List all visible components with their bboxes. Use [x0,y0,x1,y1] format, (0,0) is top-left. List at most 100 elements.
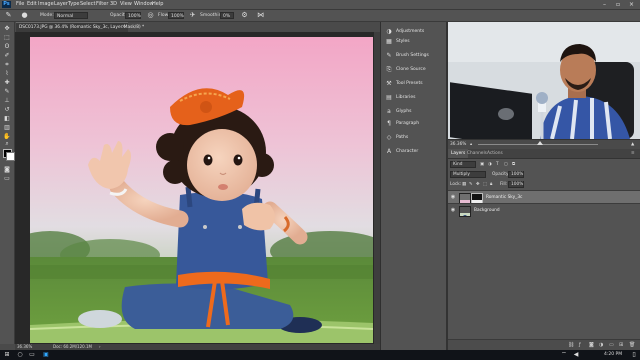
brush-tool-icon[interactable]: ✎ [3,88,11,95]
menu-3d[interactable]: 3D [110,1,117,8]
clock[interactable]: 4:20 PM [604,351,622,359]
layer-opacity-input[interactable]: 100% [508,171,524,178]
close-tab-icon[interactable]: × [122,23,126,31]
stamp-tool-icon[interactable]: ⊥ [3,97,11,104]
menu-file[interactable]: File [16,1,24,8]
gradient-tool-icon[interactable]: ▥ [3,124,11,131]
lock-artboard-icon[interactable]: ⬚ [483,181,487,188]
network-icon[interactable]: ⌔ [560,351,568,359]
navigator-slider-thumb[interactable] [537,141,543,145]
minimize-icon[interactable]: – [603,1,606,8]
crop-tool-icon[interactable]: ⌗ [3,61,11,68]
airbrush-icon[interactable]: ✈ [188,11,197,20]
panel-character[interactable]: A Character [383,147,445,157]
task-view-icon[interactable]: ▭ [28,351,36,359]
filter-shape-icon[interactable]: ◻ [504,161,508,168]
panel-clone-source[interactable]: ⎘ Clone Source [383,65,445,75]
lock-transparent-icon[interactable]: ▦ [462,181,466,188]
menu-select[interactable]: Select [80,1,95,8]
lock-image-icon[interactable]: ✎ [469,181,473,188]
history-brush-icon[interactable]: ↺ [3,106,11,113]
new-group-icon[interactable]: ▭ [609,342,614,349]
panel-paths[interactable]: ◇ Paths [383,133,445,143]
menu-view[interactable]: View [120,1,132,8]
add-style-icon[interactable]: ƒ [579,342,581,349]
filter-pixel-icon[interactable]: ▣ [480,161,484,168]
document-tab[interactable]: DSC0173.JPG @ 36.4% (Romantic Sky_3c, La… [16,22,144,32]
filter-type-icon[interactable]: T [496,161,499,168]
restore-icon[interactable]: ▫ [616,1,620,8]
smoothing-options-icon[interactable]: ⚙ [240,11,249,20]
start-icon[interactable]: ⊞ [3,351,11,359]
eraser-tool-icon[interactable]: ◧ [3,115,11,122]
panel-paragraph[interactable]: ¶ Paragraph [383,119,445,129]
panel-styles[interactable]: ▦ Styles [383,37,445,47]
panel-libraries[interactable]: ▤ Libraries [383,93,445,103]
close-icon[interactable]: × [629,1,634,8]
delete-layer-icon[interactable]: 🗑︎ [629,342,635,349]
visibility-eye-icon[interactable]: ◉ [450,194,456,200]
blend-mode-select[interactable]: Multiply [450,171,486,178]
new-layer-icon[interactable]: ⊞ [619,342,623,349]
filter-smart-object-icon[interactable]: ⧉ [512,161,515,168]
screen-mode-icon[interactable]: ▭ [3,175,11,182]
layer-row[interactable]: ◉ Background [448,203,640,217]
lock-label: Lock: [450,182,462,187]
quick-mask-icon[interactable]: ◙ [3,166,11,173]
menu-filter[interactable]: Filter [96,1,108,8]
menu-edit[interactable]: Edit [27,1,37,8]
quick-select-tool-icon[interactable]: ✐ [3,52,11,59]
new-adjustment-icon[interactable]: ◑ [599,342,603,349]
hand-tool-icon[interactable]: ✋ [3,133,11,140]
visibility-eye-icon[interactable]: ◉ [450,207,456,213]
lasso-tool-icon[interactable]: ʘ [3,43,11,50]
zoom-in-icon[interactable]: ▲ [631,141,634,149]
move-tool-icon[interactable]: ✥ [3,25,11,32]
panel-adjustments[interactable]: ◑ Adjustments [383,27,445,37]
lock-all-icon[interactable]: 🔒︎ [490,181,492,188]
webcam-overlay [448,22,640,139]
layer-fill-input[interactable]: 100% [508,181,524,188]
pressure-opacity-icon[interactable]: ◎ [146,11,155,20]
filter-kind-select[interactable]: Kind [450,161,476,168]
document-canvas[interactable] [30,37,373,343]
panel-brush-settings[interactable]: ✎ Brush Settings [383,51,445,61]
menu-image[interactable]: Image [38,1,54,8]
tab-actions[interactable]: Actions [484,149,506,158]
search-icon[interactable]: ○ [16,351,24,359]
panel-label: Paths [396,135,409,140]
flow-input[interactable]: 100% [168,12,184,19]
background-color-swatch[interactable] [6,152,15,161]
marquee-tool-icon[interactable]: ⬚ [3,34,11,41]
healing-tool-icon[interactable]: ✚ [3,79,11,86]
link-layers-icon[interactable]: ⛓ [568,342,574,349]
tool-presets-icon: ⚒ [386,80,392,87]
menu-window[interactable]: Window [134,1,154,8]
menu-layer[interactable]: Layer [54,1,68,8]
navigator-zoom[interactable]: 36.36% [450,141,466,149]
brush-preset-icon[interactable]: ● [20,11,29,20]
menu-type[interactable]: Type [68,1,79,8]
volume-icon[interactable]: ◀ [572,351,580,359]
presenter-video [448,22,640,139]
paragraph-icon: ¶ [387,120,391,127]
smoothing-input[interactable]: 0% [220,12,234,19]
mode-select[interactable]: Normal [54,12,88,19]
photoshop-taskbar-icon[interactable]: ▣ [42,351,50,359]
zoom-out-icon[interactable]: ▴ [470,141,472,149]
brush-tool-icon[interactable]: ✎ [4,11,13,20]
eyedropper-tool-icon[interactable]: ⌇ [3,70,11,77]
panel-menu-icon[interactable]: ≡ [628,149,638,158]
zoom-tool-icon[interactable]: ⌕ [3,140,11,147]
panel-tool-presets[interactable]: ⚒ Tool Presets [383,79,445,89]
menu-help[interactable]: Help [152,1,163,8]
filter-adjustment-icon[interactable]: ◑ [488,161,492,168]
lock-position-icon[interactable]: ✥ [476,181,480,188]
symmetry-icon[interactable]: ⋈ [256,11,265,20]
notifications-icon[interactable]: ▯ [630,351,638,359]
panel-glyphs[interactable]: a Glyphs [383,107,445,117]
layer-row[interactable]: ◉ Romantic Sky_3c [448,190,640,204]
add-mask-icon[interactable]: ◙ [589,342,594,349]
opacity-input[interactable]: 100% [125,12,141,19]
layers-panel: Layers Channels Actions ≡ Kind ▣ ◑ T ◻ ⧉… [448,149,640,351]
